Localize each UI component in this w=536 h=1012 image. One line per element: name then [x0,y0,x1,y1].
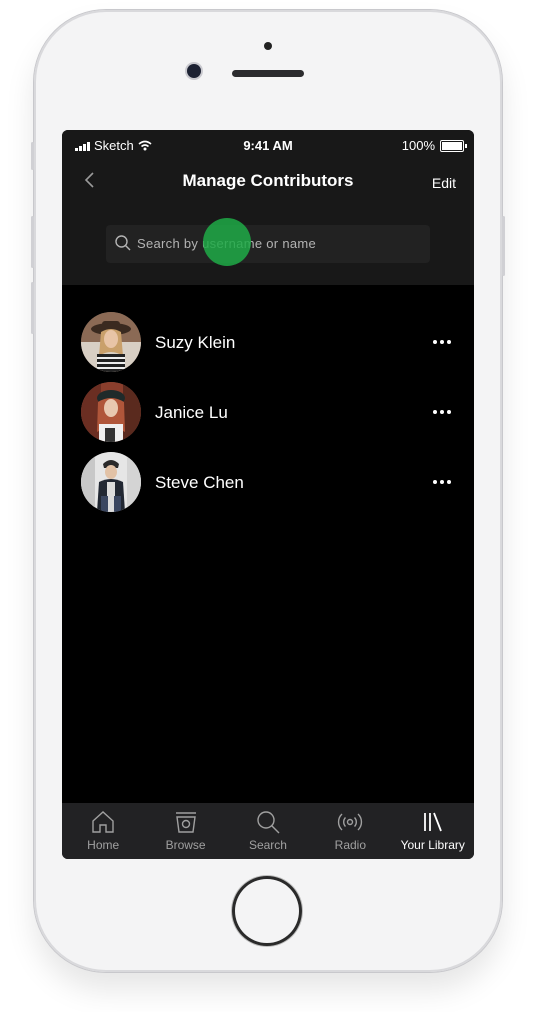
contributor-name: Suzy Klein [155,333,236,352]
app-screen: Sketch 9:41 AM 100% Manage Contributors … [62,130,474,859]
avatar [81,312,141,372]
tab-browse[interactable]: Browse [145,803,227,859]
page-title: Manage Contributors [182,171,354,190]
tab-your-library[interactable]: Your Library [392,803,474,859]
tab-label: Radio [334,838,367,852]
more-options-icon[interactable] [430,332,454,352]
battery-icon [440,139,467,152]
mute-switch [31,142,34,170]
battery-percent: 100% [401,138,435,153]
status-right: 100% [401,138,467,153]
tab-bar: Home Browse Search Radio Your Library [62,803,474,859]
tab-search[interactable]: Search [227,803,309,859]
tab-label: Browse [165,838,206,852]
browse-icon [175,812,196,833]
more-options-icon[interactable] [430,402,454,422]
radio-icon [338,813,363,831]
contributor-row[interactable]: Suzy Klein [62,302,474,372]
volume-down-button [31,282,34,334]
search-icon [257,811,280,834]
avatar [81,452,141,512]
front-camera [187,64,201,78]
contributor-row[interactable]: Steve Chen [62,442,474,512]
contributor-name: Steve Chen [155,473,244,492]
nav-bar: Manage Contributors Edit [62,166,474,196]
earpiece-speaker [232,70,304,77]
proximity-sensor [264,42,272,50]
tab-home[interactable]: Home [62,803,144,859]
tab-radio[interactable]: Radio [309,803,391,859]
power-button [502,216,505,276]
contributor-list: Suzy Klein Janice Lu Steve Chen [62,302,474,512]
touch-indicator [203,218,251,266]
more-options-icon[interactable] [430,472,454,492]
search-field[interactable]: Search by username or name [106,225,430,263]
avatar [81,382,141,442]
home-icon [92,811,114,833]
contributor-name: Janice Lu [155,403,228,422]
header: Sketch 9:41 AM 100% Manage Contributors … [62,130,474,285]
library-icon [423,812,442,832]
status-bar: Sketch 9:41 AM 100% [62,136,474,154]
edit-button[interactable]: Edit [432,175,456,191]
contributor-row[interactable]: Janice Lu [62,372,474,442]
tab-label: Search [248,838,287,852]
search-icon [115,235,131,251]
home-button[interactable] [232,876,302,946]
tab-label: Home [87,838,120,852]
tab-label: Your Library [400,838,465,852]
volume-up-button [31,216,34,268]
